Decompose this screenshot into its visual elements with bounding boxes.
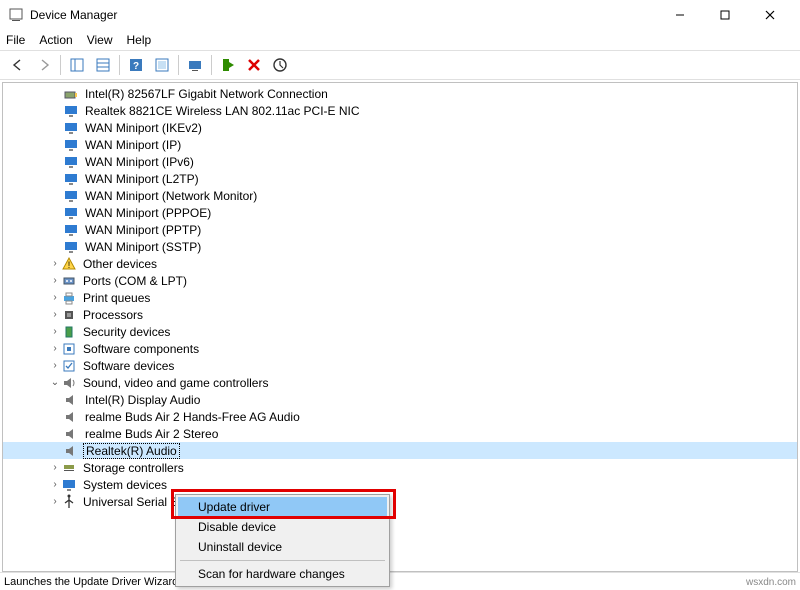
device-tree[interactable]: Intel(R) 82567LF Gigabit Network Connect… xyxy=(2,82,798,572)
chevron-right-icon[interactable]: › xyxy=(49,292,61,303)
software-icon xyxy=(61,358,77,374)
context-uninstall-device[interactable]: Uninstall device xyxy=(178,537,387,557)
uninstall-button[interactable] xyxy=(242,53,266,77)
tree-item[interactable]: Intel(R) 82567LF Gigabit Network Connect… xyxy=(3,85,797,102)
window-controls xyxy=(657,0,792,30)
monitor-icon xyxy=(63,205,79,221)
show-hide-tree-button[interactable] xyxy=(65,53,89,77)
tree-category-system[interactable]: ›System devices xyxy=(3,476,797,493)
chevron-right-icon[interactable]: › xyxy=(49,326,61,337)
svg-text:!: ! xyxy=(68,260,71,270)
chevron-right-icon[interactable]: › xyxy=(49,309,61,320)
toolbar-separator xyxy=(60,55,61,75)
tree-category-usb[interactable]: ›Universal Serial Bus controllers xyxy=(3,493,797,510)
tree-item[interactable]: WAN Miniport (IP) xyxy=(3,136,797,153)
tree-category-security[interactable]: ›Security devices xyxy=(3,323,797,340)
context-menu: Update driver Disable device Uninstall d… xyxy=(175,494,390,587)
network-adapter-icon xyxy=(63,86,79,102)
chevron-right-icon[interactable]: › xyxy=(49,479,61,490)
menu-file[interactable]: File xyxy=(6,33,25,47)
cpu-icon xyxy=(61,307,77,323)
tree-item[interactable]: WAN Miniport (IPv6) xyxy=(3,153,797,170)
tree-category-ports[interactable]: ›Ports (COM & LPT) xyxy=(3,272,797,289)
tree-item[interactable]: WAN Miniport (Network Monitor) xyxy=(3,187,797,204)
speaker-icon xyxy=(63,409,79,425)
monitor-icon xyxy=(63,103,79,119)
tree-item[interactable]: WAN Miniport (IKEv2) xyxy=(3,119,797,136)
system-icon xyxy=(61,477,77,493)
disable-button[interactable] xyxy=(268,53,292,77)
printer-icon xyxy=(61,290,77,306)
tree-category-processors[interactable]: ›Processors xyxy=(3,306,797,323)
chevron-down-icon[interactable]: ⌄ xyxy=(49,377,61,388)
action-button[interactable] xyxy=(150,53,174,77)
ports-icon xyxy=(61,273,77,289)
speaker-icon xyxy=(63,426,79,442)
forward-button[interactable] xyxy=(32,53,56,77)
tree-category-softdev[interactable]: ›Software devices xyxy=(3,357,797,374)
toolbar-separator xyxy=(119,55,120,75)
toolbar: ? xyxy=(0,50,800,80)
storage-icon xyxy=(61,460,77,476)
tree-item-selected[interactable]: Realtek(R) Audio xyxy=(3,442,797,459)
tree-category-other[interactable]: ›!Other devices xyxy=(3,255,797,272)
monitor-icon xyxy=(63,120,79,136)
menu-action[interactable]: Action xyxy=(39,33,72,47)
tree-item[interactable]: WAN Miniport (SSTP) xyxy=(3,238,797,255)
tree-item[interactable]: Intel(R) Display Audio xyxy=(3,391,797,408)
help-button[interactable]: ? xyxy=(124,53,148,77)
monitor-icon xyxy=(63,154,79,170)
statusbar: Launches the Update Driver Wizard for th… xyxy=(0,572,800,590)
context-disable-device[interactable]: Disable device xyxy=(178,517,387,537)
security-icon xyxy=(61,324,77,340)
chevron-right-icon[interactable]: › xyxy=(49,258,61,269)
watermark: wsxdn.com xyxy=(746,577,796,588)
window-title: Device Manager xyxy=(30,8,117,22)
back-button[interactable] xyxy=(6,53,30,77)
titlebar: Device Manager xyxy=(0,0,800,30)
speaker-icon xyxy=(61,375,77,391)
context-separator xyxy=(180,560,385,561)
tree-category-components[interactable]: ›Software components xyxy=(3,340,797,357)
tree-category-storage[interactable]: ›Storage controllers xyxy=(3,459,797,476)
tree-category-printq[interactable]: ›Print queues xyxy=(3,289,797,306)
chevron-right-icon[interactable]: › xyxy=(49,360,61,371)
chevron-right-icon[interactable]: › xyxy=(49,343,61,354)
monitor-icon xyxy=(63,222,79,238)
context-update-driver[interactable]: Update driver xyxy=(178,497,387,517)
tree-item[interactable]: WAN Miniport (PPTP) xyxy=(3,221,797,238)
scan-hardware-button[interactable] xyxy=(183,53,207,77)
component-icon xyxy=(61,341,77,357)
maximize-button[interactable] xyxy=(702,0,747,30)
chevron-right-icon[interactable]: › xyxy=(49,462,61,473)
context-scan-hardware[interactable]: Scan for hardware changes xyxy=(178,564,387,584)
tree-item[interactable]: realme Buds Air 2 Stereo xyxy=(3,425,797,442)
menubar: File Action View Help xyxy=(0,30,800,50)
svg-text:?: ? xyxy=(133,61,139,72)
tree-item[interactable]: Realtek 8821CE Wireless LAN 802.11ac PCI… xyxy=(3,102,797,119)
app-icon xyxy=(8,7,24,23)
usb-icon xyxy=(61,494,77,510)
menu-view[interactable]: View xyxy=(87,33,113,47)
tree-category-sound[interactable]: ⌄Sound, video and game controllers xyxy=(3,374,797,391)
toolbar-separator xyxy=(211,55,212,75)
tree-item[interactable]: realme Buds Air 2 Hands-Free AG Audio xyxy=(3,408,797,425)
tree-item[interactable]: WAN Miniport (L2TP) xyxy=(3,170,797,187)
speaker-icon xyxy=(63,392,79,408)
properties-button[interactable] xyxy=(91,53,115,77)
tree-item[interactable]: WAN Miniport (PPPOE) xyxy=(3,204,797,221)
update-driver-button[interactable] xyxy=(216,53,240,77)
chevron-right-icon[interactable]: › xyxy=(49,496,61,507)
speaker-icon xyxy=(63,443,79,459)
warning-icon: ! xyxy=(61,256,77,272)
chevron-right-icon[interactable]: › xyxy=(49,275,61,286)
monitor-icon xyxy=(63,137,79,153)
minimize-button[interactable] xyxy=(657,0,702,30)
menu-help[interactable]: Help xyxy=(127,33,152,47)
monitor-icon xyxy=(63,239,79,255)
toolbar-separator xyxy=(178,55,179,75)
monitor-icon xyxy=(63,171,79,187)
monitor-icon xyxy=(63,188,79,204)
close-button[interactable] xyxy=(747,0,792,30)
